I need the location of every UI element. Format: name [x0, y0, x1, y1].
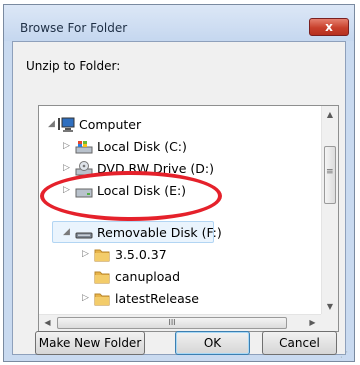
cancel-button[interactable]: Cancel	[262, 331, 337, 355]
folder-icon	[94, 249, 110, 262]
folder-icon	[94, 271, 110, 284]
close-button[interactable]: x	[309, 18, 349, 36]
collapse-arrow-icon[interactable]: ◢	[48, 119, 55, 129]
vertical-scrollbar[interactable]: ▲ ≡ ▼	[321, 106, 338, 315]
tree-item-label: latestRelease	[115, 291, 199, 306]
folder-tree[interactable]: ◢ Computer ▷ Local Disk (C:) ▷ DVD RW Dr…	[38, 105, 339, 332]
expand-arrow-icon[interactable]: ▷	[82, 293, 89, 303]
tree-item-label: Local Disk (E:)	[97, 183, 187, 198]
scroll-grip-icon: III	[168, 318, 176, 327]
ok-button[interactable]: OK	[175, 331, 250, 355]
horizontal-scroll-thumb[interactable]: III	[57, 317, 287, 329]
scroll-left-arrow-icon[interactable]: ◀	[39, 315, 56, 331]
vertical-scroll-thumb[interactable]: ≡	[324, 146, 336, 204]
drive-icon	[75, 188, 93, 198]
resize-grip-icon[interactable]: ⋰	[340, 350, 348, 359]
folder-icon	[94, 293, 110, 306]
tree-item-label: Computer	[79, 117, 142, 132]
tree-item-label: Local Disk (C:)	[97, 139, 187, 154]
tree-item-label: canupload	[115, 269, 181, 284]
windows-drive-icon	[75, 141, 93, 154]
tree-item-label: 3.5.0.37	[115, 247, 167, 262]
window-title: Browse For Folder	[20, 21, 128, 35]
scroll-corner	[321, 314, 338, 331]
computer-icon	[58, 117, 75, 132]
scroll-right-arrow-icon[interactable]: ▶	[304, 315, 321, 331]
scroll-down-arrow-icon[interactable]: ▼	[322, 298, 338, 315]
title-bar[interactable]: Browse For Folder x	[4, 5, 354, 41]
collapse-arrow-icon[interactable]: ◢	[63, 227, 70, 237]
expand-arrow-icon[interactable]: ▷	[63, 163, 70, 173]
dialog-body: Unzip to Folder: ◢ Computer ▷ Local Disk…	[12, 41, 346, 355]
dvd-drive-icon	[75, 161, 93, 176]
make-new-folder-button[interactable]: Make New Folder	[35, 331, 145, 355]
expand-arrow-icon[interactable]: ▷	[63, 185, 70, 195]
expand-arrow-icon[interactable]: ▷	[63, 141, 70, 151]
browse-for-folder-window: Browse For Folder x Unzip to Folder: ◢ C…	[3, 4, 355, 362]
instruction-label: Unzip to Folder:	[26, 59, 121, 73]
scroll-grip-icon: ≡	[326, 167, 334, 177]
removable-drive-icon	[75, 232, 93, 239]
tree-item-label: Removable Disk (F:)	[97, 225, 222, 240]
tree-item-label: DVD RW Drive (D:)	[97, 161, 214, 176]
expand-arrow-icon[interactable]: ▷	[82, 249, 89, 259]
scroll-up-arrow-icon[interactable]: ▲	[322, 106, 338, 123]
horizontal-scrollbar[interactable]: ◀ III ▶	[39, 314, 321, 331]
